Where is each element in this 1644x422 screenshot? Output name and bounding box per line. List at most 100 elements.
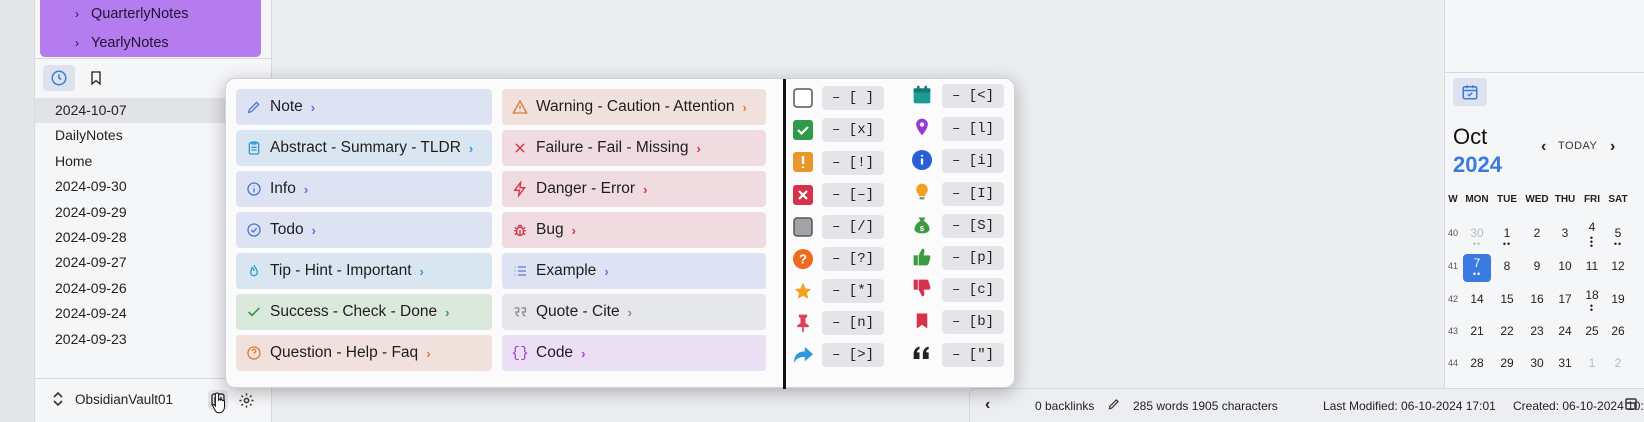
chevron-right-icon: › [571,222,576,238]
chevron-left-icon[interactable]: ‹ [1541,138,1546,156]
thumbs-up-icon[interactable] [911,246,933,268]
checkbox-code[interactable]: – [c] [942,278,1004,302]
checkbox-code[interactable]: – [?] [822,247,884,271]
divider [1445,72,1644,73]
calendar-day[interactable]: 15 [1493,290,1521,318]
location-icon[interactable] [911,116,933,138]
calendar-day[interactable]: 28 [1463,354,1491,382]
calendar-day[interactable]: 10 [1551,257,1579,285]
cancelled-icon[interactable] [792,184,814,206]
callout-question-button[interactable]: Question - Help - Faq › [236,335,492,371]
calendar-day[interactable]: 2 [1523,224,1551,252]
checkbox-code[interactable]: – [S] [942,214,1004,238]
checkbox-code[interactable]: – [<] [942,84,1004,108]
callout-note-button[interactable]: Note › [236,89,492,125]
checkbox-code[interactable]: – [*] [822,279,884,303]
calendar-day[interactable]: 19 [1604,290,1632,318]
vault-name[interactable]: ObsidianVault01 [75,392,173,407]
calendar-day[interactable]: 11 [1578,257,1606,285]
chevron-left-icon[interactable]: ‹ [985,396,990,414]
callout-bug-button[interactable]: Bug › [502,212,766,248]
today-button[interactable]: TODAY [1558,140,1597,152]
gear-icon[interactable] [236,390,256,410]
question-icon[interactable]: ? [792,248,814,270]
chevron-right-icon: › [696,140,701,156]
tab-calendar[interactable] [1453,78,1487,106]
thumbs-down-icon[interactable] [911,277,933,299]
calendar-day[interactable]: 26 [1604,322,1632,350]
star-icon[interactable] [792,280,814,302]
calendar-day[interactable]: 30 [1523,354,1551,382]
tab-bookmarks[interactable] [80,65,112,91]
checkbox-code[interactable]: – [–] [822,183,884,207]
callout-code-button[interactable]: {} Code › [502,335,766,371]
calendar-day[interactable]: 14 [1463,290,1491,318]
money-bag-icon[interactable]: $ [911,214,933,236]
callout-abstract-button[interactable]: Abstract - Summary - TLDR › [236,130,492,166]
checkbox-code[interactable]: – [l] [942,117,1004,141]
callout-example-button[interactable]: Example › [502,253,766,289]
bookmark-filled-icon[interactable] [911,310,933,332]
calendar-check-icon [1462,85,1478,100]
callout-todo-button[interactable]: Todo › [236,212,492,248]
calendar-day[interactable]: 24 [1551,322,1579,350]
checkbox-code[interactable]: – ["] [942,343,1004,367]
checkbox-code[interactable]: – [x] [822,118,884,142]
checkbox-code[interactable]: – [I] [942,182,1004,206]
calendar-month: Oct [1453,124,1488,149]
folder-item-quarterlynotes[interactable]: › QuarterlyNotes [75,2,189,26]
chevron-up-down-icon[interactable] [52,391,64,410]
chevron-right-icon[interactable]: › [1610,138,1615,156]
in-progress-icon[interactable] [792,216,814,238]
important-icon[interactable] [792,151,814,173]
calendar-day[interactable]: 18 • • [1578,286,1606,315]
checkbox-code[interactable]: – [ ] [822,86,884,110]
quote-mark-icon[interactable] [911,343,933,365]
sync-icon[interactable] [1625,397,1637,414]
callout-tip-button[interactable]: Tip - Hint - Important › [236,253,492,289]
pin-icon[interactable] [792,312,814,334]
calendar-day[interactable]: 17 [1551,290,1579,318]
checkbox-code[interactable]: – [p] [942,246,1004,270]
calendar-day[interactable]: 30 •• [1463,224,1491,252]
callout-failure-button[interactable]: Failure - Fail - Missing › [502,130,766,166]
calendar-day[interactable]: 1 [1578,354,1606,382]
callout-danger-button[interactable]: Danger - Error › [502,171,766,207]
forward-icon[interactable] [792,344,814,366]
calendar-day-today[interactable]: 7 •• [1463,254,1491,282]
tab-recent-files[interactable] [43,65,75,91]
callout-success-button[interactable]: Success - Check - Done › [236,294,492,330]
calendar-day[interactable]: 2 [1604,354,1632,382]
calendar-day[interactable]: 25 [1578,322,1606,350]
empty-checkbox-icon[interactable] [792,87,814,109]
calendar-day[interactable]: 16 [1523,290,1551,318]
calendar-day[interactable]: 8 [1493,257,1521,285]
pencil-icon[interactable] [1107,397,1121,414]
checked-checkbox-icon[interactable] [792,119,814,141]
checkbox-code[interactable]: – [!] [822,151,884,175]
calendar-day[interactable]: 3 [1551,224,1579,252]
lightbulb-icon[interactable] [911,181,933,203]
calendar-day[interactable]: 9 [1523,257,1551,285]
info-filled-icon[interactable] [911,149,933,171]
callout-info-button[interactable]: Info › [236,171,492,207]
callout-quote-button[interactable]: Quote - Cite › [502,294,766,330]
backlinks-count[interactable]: 0 backlinks [1035,399,1094,413]
checkbox-code[interactable]: – [i] [942,149,1004,173]
callout-warning-button[interactable]: Warning - Caution - Attention › [502,89,766,125]
calendar-day[interactable]: 4 • • • [1578,218,1606,251]
calendar-icon[interactable] [911,84,933,106]
checkbox-code[interactable]: – [>] [822,343,884,367]
calendar-day[interactable]: 12 [1604,257,1632,285]
calendar-day[interactable]: 23 [1523,322,1551,350]
calendar-day[interactable]: 22 [1493,322,1521,350]
calendar-day[interactable]: 1 •• [1493,224,1521,252]
calendar-day[interactable]: 31 [1551,354,1579,382]
calendar-day[interactable]: 21 [1463,322,1491,350]
checkbox-code[interactable]: – [b] [942,310,1004,334]
checkbox-code[interactable]: – [/] [822,215,884,239]
checkbox-code[interactable]: – [n] [822,311,884,335]
calendar-day[interactable]: 5 •• [1604,224,1632,252]
folder-item-yearlynotes[interactable]: › YearlyNotes [75,31,169,55]
calendar-day[interactable]: 29 [1493,354,1521,382]
